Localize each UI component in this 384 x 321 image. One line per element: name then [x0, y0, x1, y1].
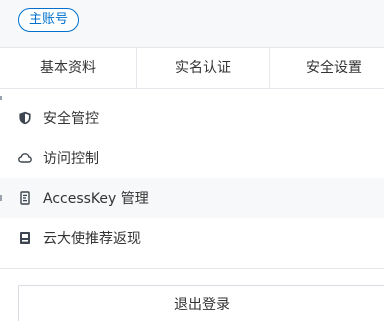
- account-tabs: 基本资料 实名认证 安全设置: [0, 47, 384, 89]
- account-menu: 安全管控 访问控制 AccessKey 管理 云大使推荐返现: [0, 98, 384, 258]
- tab-real-name-auth[interactable]: 实名认证: [136, 48, 269, 88]
- account-header: 主账号: [0, 0, 384, 47]
- tab-basic-info[interactable]: 基本资料: [0, 48, 136, 88]
- logout-button[interactable]: 退出登录: [18, 285, 384, 321]
- cloud-icon: [18, 151, 32, 165]
- account-dropdown-panel: 主账号 基本资料 实名认证 安全设置 安全管控 访问控制 AccessKey 管…: [0, 0, 384, 321]
- recommend-icon: [18, 231, 32, 245]
- key-icon: [18, 191, 32, 205]
- left-edge-marker: [0, 96, 2, 100]
- menu-item-label: 云大使推荐返现: [43, 231, 141, 247]
- menu-divider: [0, 268, 384, 269]
- menu-item-label: AccessKey 管理: [43, 191, 149, 207]
- menu-item-label: 访问控制: [43, 151, 99, 167]
- shield-icon: [18, 111, 32, 125]
- menu-item-security-control[interactable]: 安全管控: [0, 98, 384, 138]
- menu-item-access-control[interactable]: 访问控制: [0, 138, 384, 178]
- tab-security-settings[interactable]: 安全设置: [269, 48, 384, 88]
- menu-item-cloud-ambassador[interactable]: 云大使推荐返现: [0, 218, 384, 258]
- logout-label: 退出登录: [174, 297, 230, 313]
- left-edge-marker: [0, 195, 2, 201]
- menu-item-label: 安全管控: [43, 111, 99, 127]
- menu-item-accesskey-management[interactable]: AccessKey 管理: [0, 178, 384, 218]
- primary-account-badge: 主账号: [18, 8, 80, 32]
